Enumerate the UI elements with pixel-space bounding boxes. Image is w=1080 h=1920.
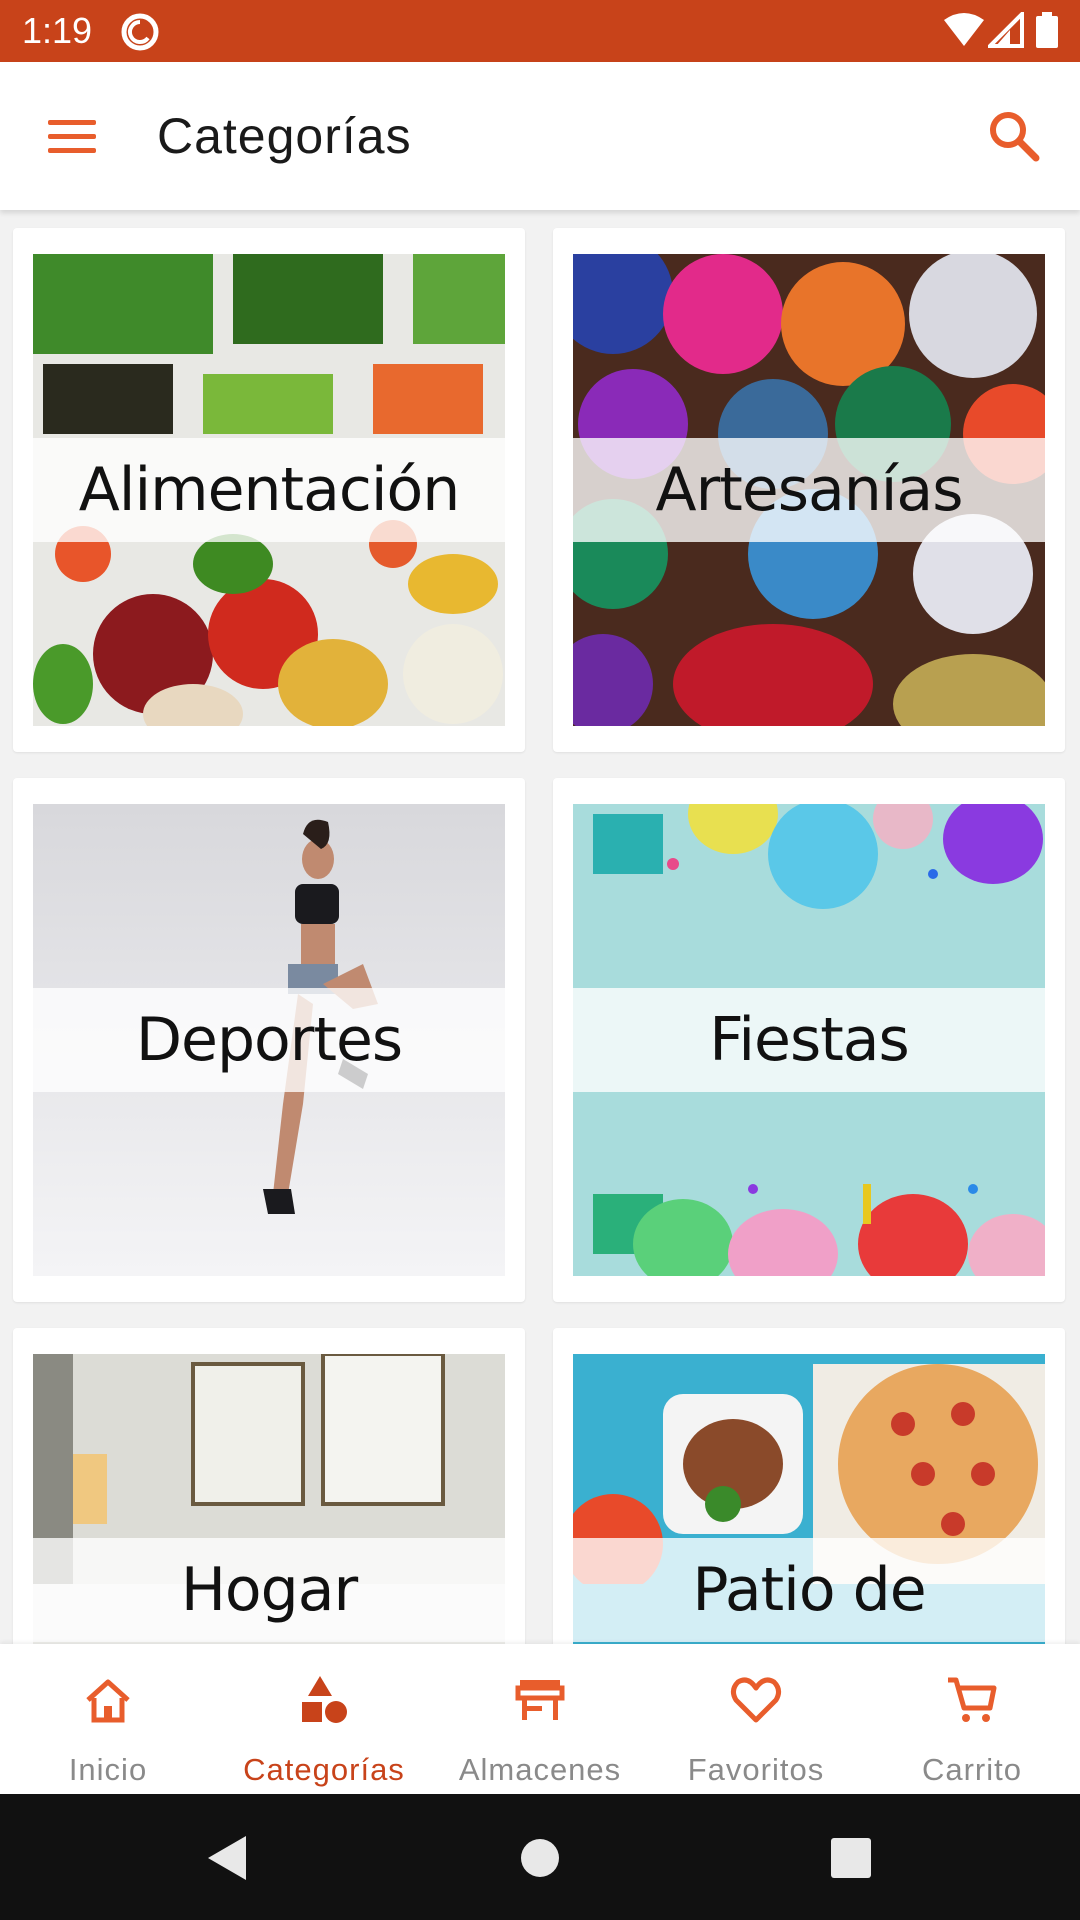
- signal-icon: [988, 12, 1024, 48]
- nav-label: Favoritos: [687, 1752, 825, 1787]
- page-title: Categorías: [157, 108, 412, 164]
- category-image-fiestas: Fiestas: [573, 804, 1045, 1276]
- store-icon: [515, 1680, 565, 1720]
- app-bar: Categorías: [0, 62, 1080, 210]
- nav-label: Almacenes: [458, 1752, 622, 1787]
- battery-icon: [1036, 12, 1058, 48]
- category-card-patio-de-comidas[interactable]: Patio de comidas: [553, 1328, 1065, 1644]
- nav-item-categorias[interactable]: Categorías: [216, 1644, 432, 1794]
- category-label: Artesanías: [655, 455, 964, 525]
- wifi-icon: [944, 13, 984, 46]
- status-bar: 1:19: [0, 0, 1080, 62]
- category-label: Hogar: [180, 1555, 358, 1625]
- category-grid: Alimentación Artesanías Deportes Fiestas…: [0, 210, 1080, 1644]
- category-image-hogar: Hogar: [33, 1354, 505, 1644]
- search-icon[interactable]: [986, 108, 1042, 164]
- category-card-alimentacion[interactable]: Alimentación: [13, 228, 525, 752]
- dnd-icon: [121, 13, 159, 51]
- nav-item-inicio[interactable]: Inicio: [0, 1644, 216, 1794]
- nav-item-almacenes[interactable]: Almacenes: [432, 1644, 648, 1794]
- category-image-alimentacion: Alimentación: [33, 254, 505, 726]
- category-label: Fiestas: [709, 1005, 910, 1075]
- bottom-navigation: Inicio Categorías Almacenes Favoritos Ca…: [0, 1644, 1080, 1794]
- category-card-deportes[interactable]: Deportes: [13, 778, 525, 1302]
- category-card-hogar[interactable]: Hogar: [13, 1328, 525, 1644]
- category-image-artesanias: Artesanías: [573, 254, 1045, 726]
- home-icon: [86, 1679, 130, 1723]
- nav-label: Carrito: [921, 1752, 1022, 1787]
- nav-label: Inicio: [68, 1752, 148, 1787]
- nav-item-carrito[interactable]: Carrito: [864, 1644, 1080, 1794]
- shapes-icon: [302, 1676, 347, 1723]
- heart-icon: [730, 1677, 782, 1723]
- back-icon[interactable]: [206, 1834, 250, 1882]
- menu-icon[interactable]: [44, 114, 100, 158]
- category-card-artesanias[interactable]: Artesanías: [553, 228, 1065, 752]
- nav-label: Categorías: [243, 1752, 405, 1787]
- category-label: Patio de comidas: [692, 1555, 926, 1625]
- category-label: Deportes: [135, 1005, 403, 1075]
- system-navigation-bar: [0, 1794, 1080, 1920]
- cart-icon: [948, 1677, 997, 1722]
- category-image-patio-de-comidas: Patio de comidas: [573, 1354, 1045, 1644]
- category-image-deportes: Deportes: [33, 804, 505, 1276]
- recents-icon[interactable]: [830, 1834, 872, 1882]
- category-label: Alimentación: [78, 455, 460, 525]
- status-time: 1:19: [22, 10, 93, 51]
- home-button-icon[interactable]: [520, 1834, 560, 1882]
- category-card-fiestas[interactable]: Fiestas: [553, 778, 1065, 1302]
- nav-item-favoritos[interactable]: Favoritos: [648, 1644, 864, 1794]
